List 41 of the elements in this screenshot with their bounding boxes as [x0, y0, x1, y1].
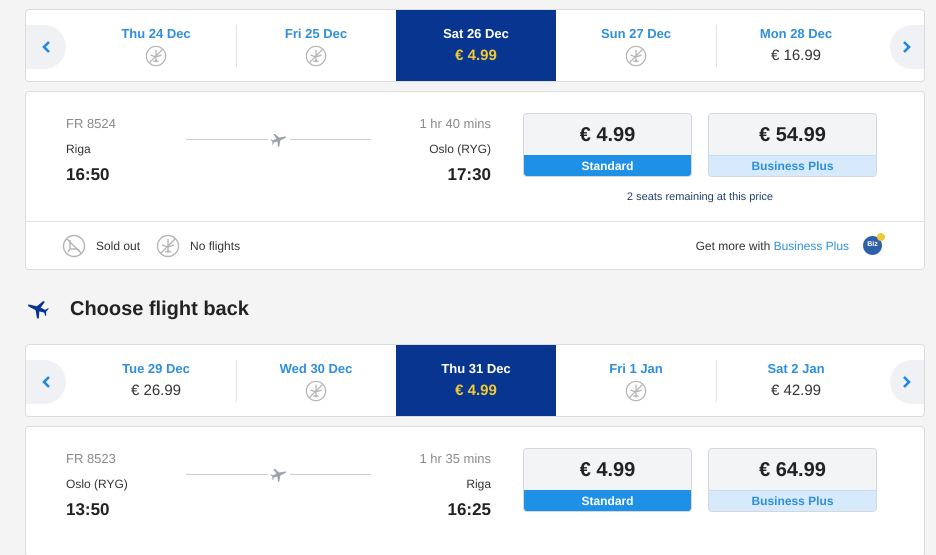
destination-city: Oslo (RYG): [429, 140, 491, 158]
origin-city: Oslo (RYG): [66, 476, 129, 492]
arrival-time: 17:30: [448, 164, 491, 186]
flight-duration: 1 hr 40 mins: [419, 115, 491, 133]
no-flights-icon: [625, 380, 647, 402]
origin-city: Riga: [66, 140, 92, 158]
date-tab[interactable]: Sat 26 Dec € 4.99: [396, 10, 556, 81]
chevron-left-icon: [41, 375, 51, 389]
next-dates-button[interactable]: [890, 25, 924, 69]
seat-icon: [62, 234, 86, 258]
legend-label: No flights: [190, 238, 240, 254]
chevron-right-icon: [902, 40, 912, 54]
chevron-left-icon: [41, 40, 51, 54]
destination-city: Riga: [466, 476, 491, 492]
no-flights-icon: [145, 45, 167, 68]
no-flights-icon: [305, 380, 327, 402]
date-tab[interactable]: Thu 31 Dec € 4.99: [396, 345, 556, 416]
date-tab[interactable]: Sat 2 Jan € 42.99: [716, 345, 876, 416]
seats-remaining-note: 2 seats remaining at this price: [626, 190, 774, 205]
section-heading: Choose flight back: [70, 297, 249, 322]
no-flights-icon: [305, 45, 327, 68]
previous-dates-button[interactable]: [26, 360, 66, 404]
departure-time: 13:50: [66, 498, 110, 520]
next-dates-button[interactable]: [890, 360, 924, 404]
no-flights-icon: [156, 234, 180, 258]
fare-option[interactable]: € 4.99 Standard: [523, 448, 692, 512]
previous-dates-button[interactable]: [26, 25, 66, 69]
chevron-right-icon: [902, 375, 912, 389]
legend-label: Sold out: [96, 238, 140, 254]
flight-number: FR 8523: [66, 450, 117, 468]
flight-duration: 1 hr 35 mins: [419, 450, 491, 468]
date-tab[interactable]: Mon 28 Dec € 16.99: [716, 10, 876, 81]
fare-option[interactable]: € 64.99 Business Plus: [708, 448, 877, 512]
flight-number: FR 8524: [66, 115, 117, 133]
fare-option[interactable]: € 54.99 Business Plus: [708, 113, 877, 177]
fare-option[interactable]: € 4.99 Standard: [523, 113, 692, 177]
arrival-time: 16:25: [448, 498, 491, 520]
promo-text: Get more with Business Plus: [696, 238, 849, 254]
date-tab[interactable]: Tue 29 Dec € 26.99: [76, 345, 236, 416]
no-flights-icon: [625, 45, 647, 68]
departure-time: 16:50: [66, 164, 110, 186]
